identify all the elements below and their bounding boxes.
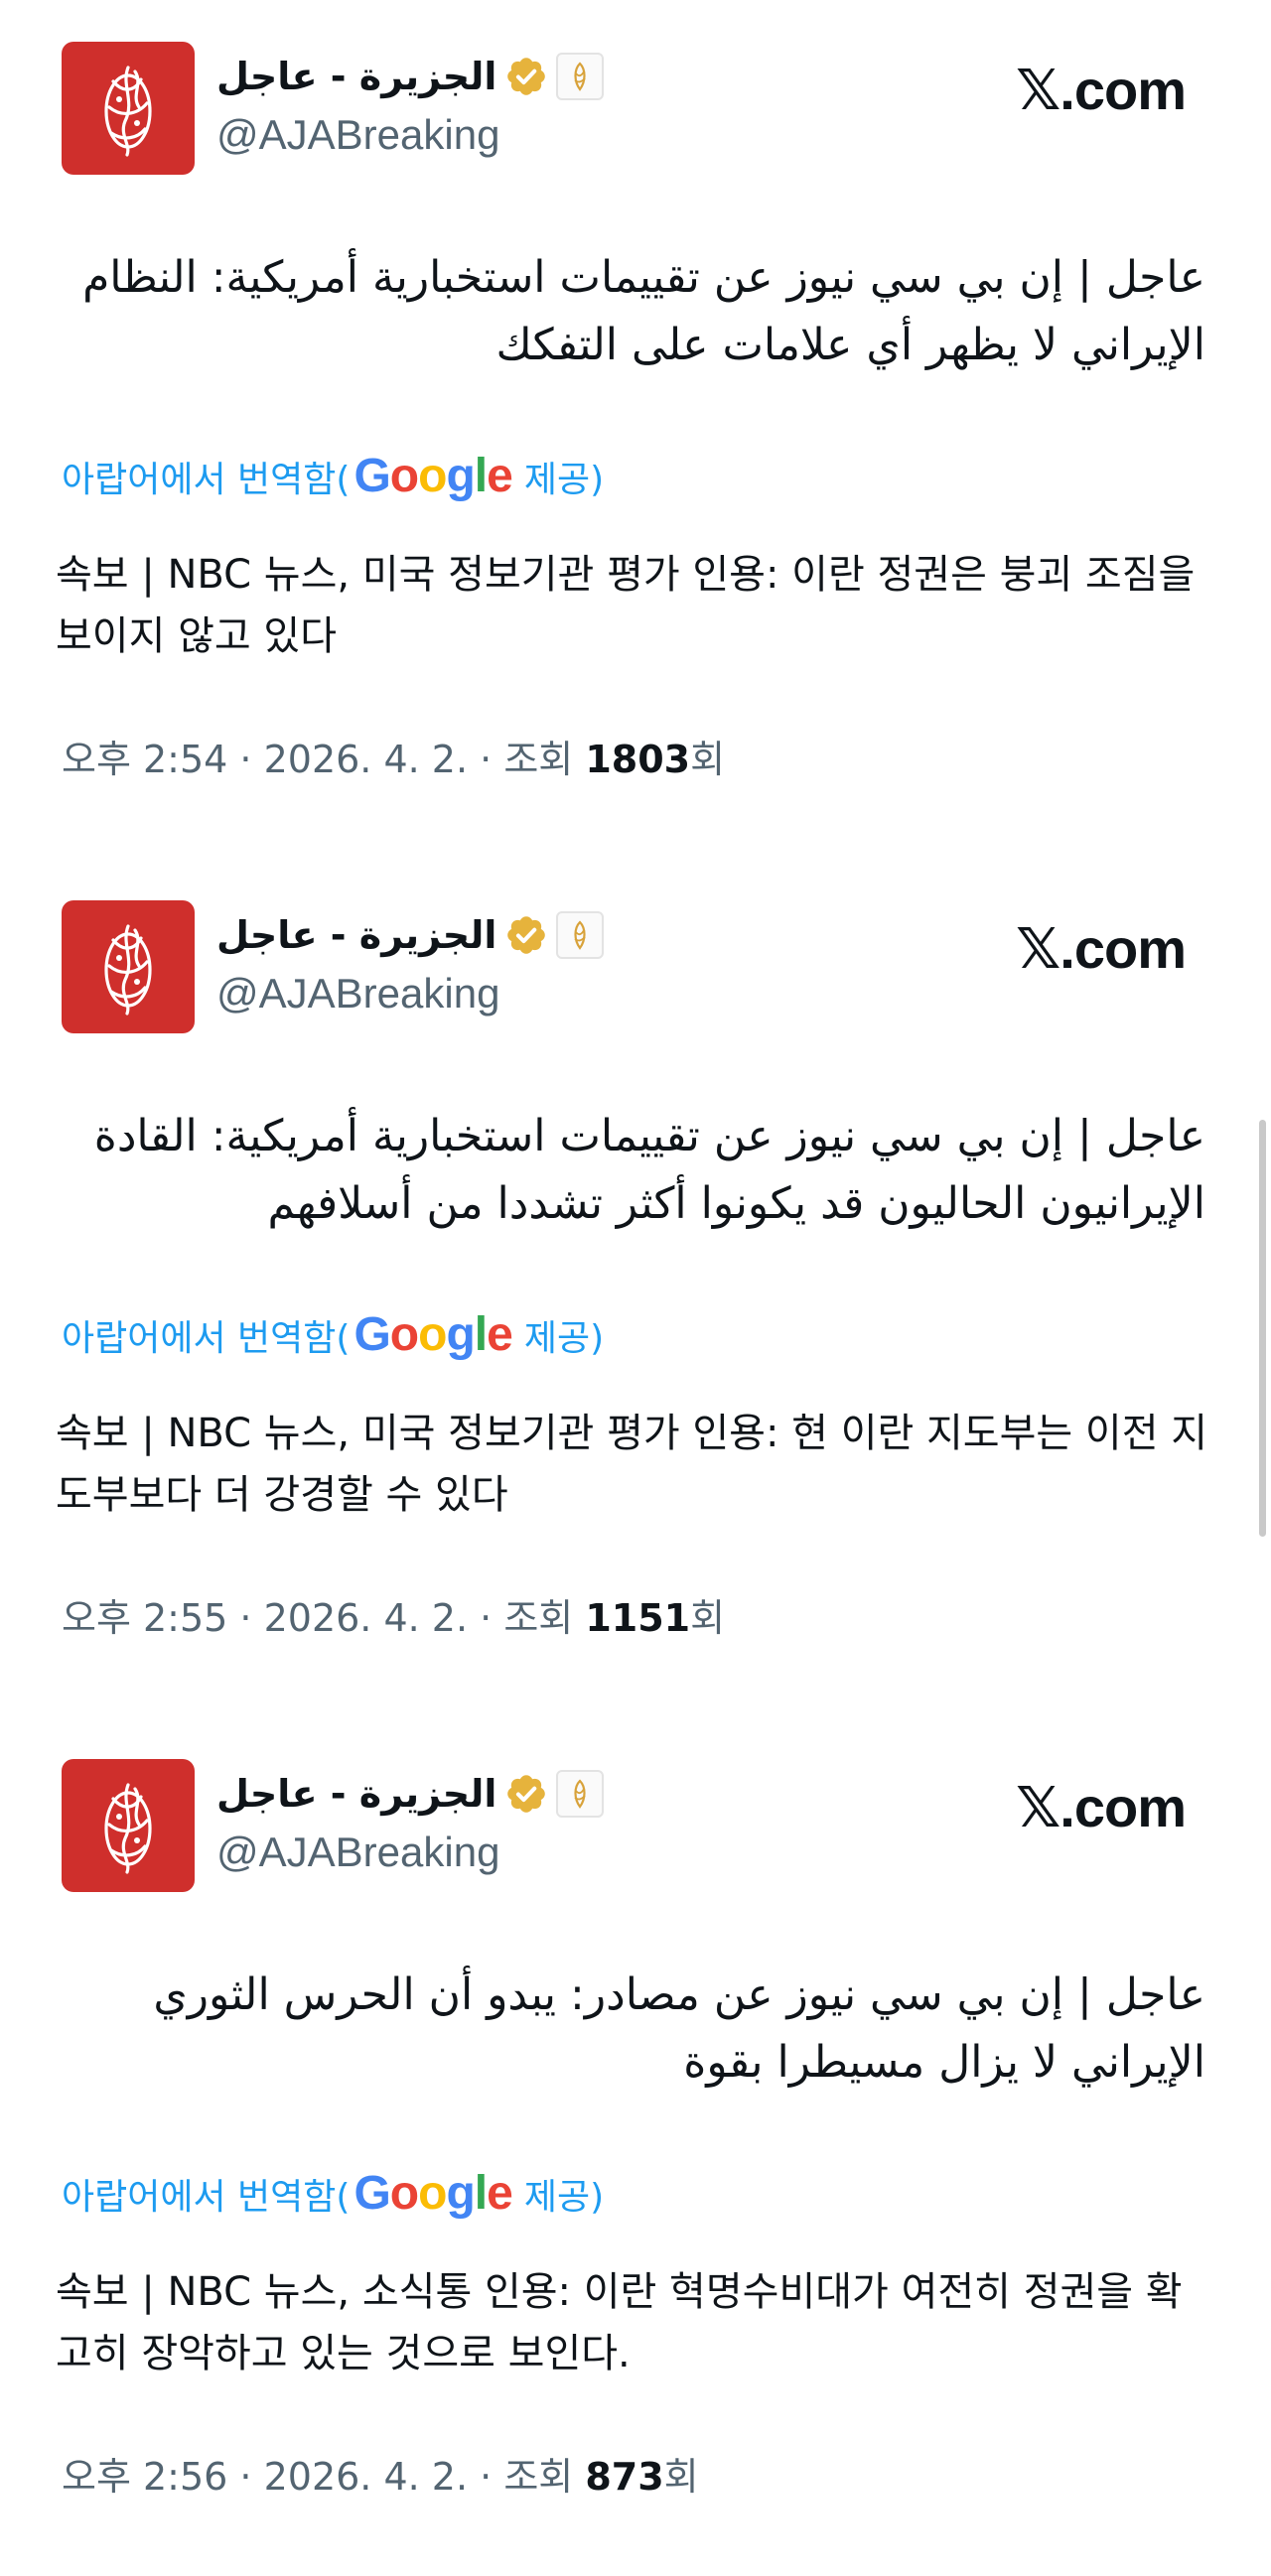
- tweet-card[interactable]: الجزيرة - عاجل @AJABreaking 𝕏.com عاجل |…: [0, 859, 1271, 1712]
- aljazeera-logo-avatar[interactable]: [62, 900, 195, 1033]
- translation-provider-suffix: 제공): [523, 2176, 605, 2218]
- verified-badge-icon[interactable]: [504, 55, 548, 98]
- author-display-name[interactable]: الجزيرة - عاجل: [216, 55, 496, 98]
- aljazeera-logo-icon: [104, 924, 152, 1016]
- tweet-date[interactable]: 2026. 4. 2.: [264, 738, 468, 781]
- x-logo-icon: 𝕏: [1016, 59, 1060, 123]
- author-name-row: الجزيرة - عاجل: [216, 1763, 605, 1825]
- translation-attribution[interactable]: 아랍어에서 번역함( Google 제공): [62, 1307, 604, 1362]
- translation-label: 아랍어에서 번역함(: [62, 1317, 351, 1359]
- tweet-translated-text: 속보 | NBC 뉴스, 미국 정보기관 평가 인용: 현 이란 지도부는 이전…: [56, 1411, 1208, 1518]
- site-domain: .com: [1059, 59, 1187, 121]
- verified-badge-icon[interactable]: [504, 1772, 548, 1816]
- views-unit: 회: [690, 738, 726, 781]
- tweet-time[interactable]: 오후 2:54: [62, 738, 227, 781]
- x-logo-icon: 𝕏: [1016, 917, 1060, 982]
- translation-attribution[interactable]: 아랍어에서 번역함( Google 제공): [62, 449, 604, 503]
- aljazeera-logo-avatar[interactable]: [62, 42, 195, 175]
- tweet-meta: 오후 2:56 · 2026. 4. 2. · 조회 873회: [62, 2455, 699, 2499]
- x-com-watermark: 𝕏.com: [1016, 1775, 1187, 1840]
- translation-provider-suffix: 제공): [523, 1317, 605, 1359]
- x-logo-icon: 𝕏: [1016, 1776, 1060, 1840]
- author-display-name[interactable]: الجزيرة - عاجل: [216, 913, 496, 957]
- tweet-original-text: عاجل | إن بي سي نيوز عن مصادر: يبدو أن ا…: [153, 1969, 1205, 2088]
- tweet-time[interactable]: 오후 2:56: [62, 2455, 227, 2499]
- translation-provider-suffix: 제공): [523, 459, 605, 500]
- translation-label: 아랍어에서 번역함(: [62, 2176, 351, 2218]
- site-domain: .com: [1059, 1776, 1187, 1838]
- views-count: 873: [585, 2455, 664, 2499]
- tweet-card[interactable]: الجزيرة - عاجل @AJABreaking 𝕏.com عاجل |…: [0, 0, 1271, 854]
- scrollbar-thumb[interactable]: [1259, 1120, 1266, 1537]
- author-display-name[interactable]: الجزيرة - عاجل: [216, 1772, 496, 1816]
- site-domain: .com: [1059, 917, 1187, 980]
- verified-badge-icon[interactable]: [504, 913, 548, 957]
- views-count: 1151: [585, 1596, 691, 1640]
- translation-label: 아랍어에서 번역함(: [62, 459, 351, 500]
- aljazeera-logo-avatar[interactable]: [62, 1759, 195, 1892]
- views-label: 조회: [503, 1596, 574, 1640]
- x-com-watermark: 𝕏.com: [1016, 58, 1187, 123]
- author-handle[interactable]: @AJABreaking: [216, 1829, 499, 1876]
- affiliation-badge-icon[interactable]: [556, 1770, 605, 1818]
- tweet-meta: 오후 2:54 · 2026. 4. 2. · 조회 1803회: [62, 738, 726, 781]
- tweet-date[interactable]: 2026. 4. 2.: [264, 1596, 468, 1640]
- views-unit: 회: [663, 2455, 699, 2499]
- author-name-row: الجزيرة - عاجل: [216, 46, 605, 107]
- views-unit: 회: [690, 1596, 726, 1640]
- google-logo: Google: [353, 2167, 512, 2220]
- aljazeera-logo-icon: [104, 66, 152, 157]
- views-label: 조회: [503, 738, 574, 781]
- views-count: 1803: [585, 738, 691, 781]
- author-handle[interactable]: @AJABreaking: [216, 970, 499, 1017]
- tweet-original-text: عاجل | إن بي سي نيوز عن تقييمات استخباري…: [82, 252, 1205, 370]
- aljazeera-logo-icon: [104, 1783, 152, 1874]
- tweet-translated-text: 속보 | NBC 뉴스, 미국 정보기관 평가 인용: 이란 정권은 붕괴 조짐…: [56, 552, 1196, 659]
- google-logo: Google: [353, 450, 512, 502]
- views-label: 조회: [503, 2455, 574, 2499]
- tweet-original-text: عاجل | إن بي سي نيوز عن تقييمات استخباري…: [93, 1111, 1205, 1229]
- tweet-translated-text: 속보 | NBC 뉴스, 소식통 인용: 이란 혁명수비대가 여전히 정권을 확…: [56, 2269, 1183, 2376]
- tweet-meta: 오후 2:55 · 2026. 4. 2. · 조회 1151회: [62, 1596, 726, 1640]
- affiliation-badge-icon[interactable]: [556, 53, 605, 100]
- author-name-row: الجزيرة - عاجل: [216, 904, 605, 966]
- x-com-watermark: 𝕏.com: [1016, 916, 1187, 982]
- tweet-time[interactable]: 오후 2:55: [62, 1596, 227, 1640]
- tweet-date[interactable]: 2026. 4. 2.: [264, 2455, 468, 2499]
- tweet-card[interactable]: الجزيرة - عاجل @AJABreaking 𝕏.com عاجل |…: [0, 1717, 1271, 2571]
- google-logo: Google: [353, 1308, 512, 1361]
- author-handle[interactable]: @AJABreaking: [216, 111, 499, 159]
- affiliation-badge-icon[interactable]: [556, 911, 605, 959]
- translation-attribution[interactable]: 아랍어에서 번역함( Google 제공): [62, 2166, 604, 2221]
